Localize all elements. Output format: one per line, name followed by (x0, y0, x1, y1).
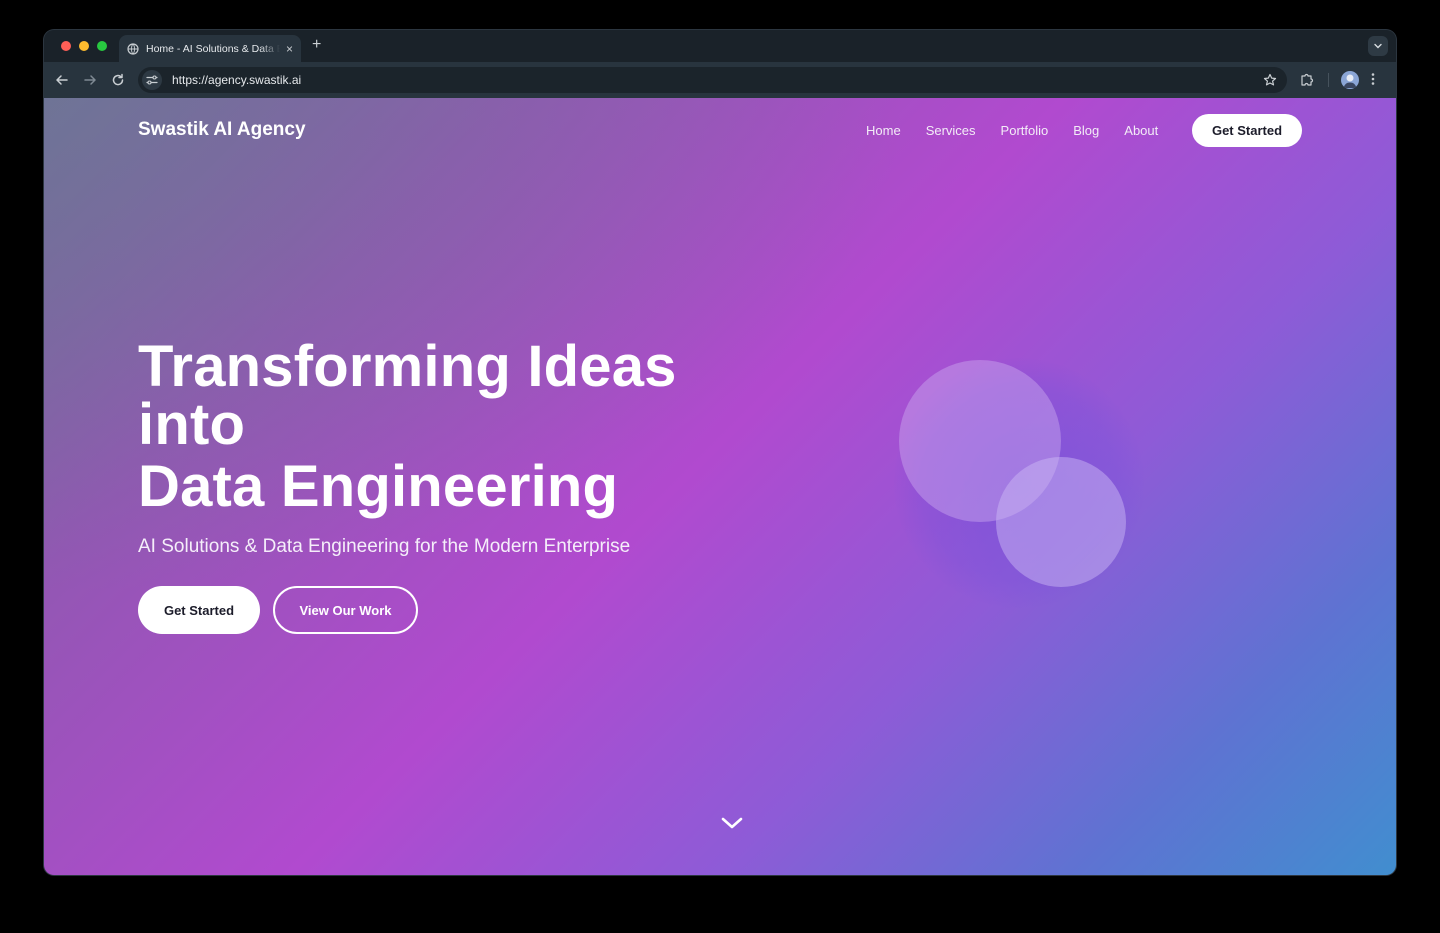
page-viewport: Swastik AI Agency Home Services Portfoli… (44, 98, 1396, 875)
nav-link-about[interactable]: About (1124, 123, 1158, 138)
extensions-button[interactable] (1300, 72, 1315, 92)
close-window-button[interactable] (61, 41, 71, 51)
back-button[interactable] (54, 72, 70, 88)
hero-title-line-1: Transforming Ideas (138, 334, 677, 399)
star-icon (1263, 73, 1277, 86)
site-info-button[interactable] (142, 70, 162, 90)
site-logo[interactable]: Swastik AI Agency (138, 119, 306, 141)
nav-link-portfolio[interactable]: Portfolio (1001, 123, 1049, 138)
tab-search-button[interactable] (1368, 36, 1388, 56)
chevron-down-icon (1374, 43, 1382, 49)
forward-button[interactable] (82, 72, 98, 88)
nav-get-started-button[interactable]: Get Started (1192, 114, 1302, 147)
puzzle-icon (1301, 73, 1314, 86)
scroll-down-button[interactable] (720, 814, 744, 832)
get-started-button[interactable]: Get Started (138, 586, 260, 634)
main-nav: Home Services Portfolio Blog About (866, 123, 1158, 138)
decorative-circle-small (996, 457, 1126, 587)
reload-icon (112, 73, 124, 86)
hero-subtitle: AI Solutions & Data Engineering for the … (138, 536, 631, 557)
hero-title-line-3: Data Engineering (138, 454, 619, 519)
browser-menu-button[interactable] (1371, 72, 1375, 91)
address-bar[interactable]: https://agency.swastik.ai (138, 67, 1287, 93)
toolbar-divider (1328, 73, 1329, 87)
browser-toolbar: https://agency.swastik.ai (44, 62, 1396, 98)
new-tab-button[interactable]: + (312, 36, 321, 54)
tune-icon (146, 75, 158, 85)
hero-title: Transforming Ideas into Data Engineering (138, 338, 677, 516)
bookmark-button[interactable] (1263, 73, 1277, 92)
view-our-work-button[interactable]: View Our Work (273, 586, 418, 634)
url-text: https://agency.swastik.ai (172, 73, 302, 87)
nav-link-services[interactable]: Services (926, 123, 976, 138)
chevron-down-icon (721, 817, 743, 829)
kebab-icon (1371, 73, 1375, 85)
browser-window: Home - AI Solutions & Data Engineering ×… (44, 30, 1396, 875)
tab-strip: Home - AI Solutions & Data Engineering ×… (44, 30, 1396, 62)
maximize-window-button[interactable] (97, 41, 107, 51)
hero-title-line-2: into (138, 392, 246, 457)
tab-close-icon[interactable]: × (286, 42, 293, 56)
tab-title: Home - AI Solutions & Data Engineering (146, 42, 280, 55)
globe-icon (127, 42, 139, 55)
nav-link-home[interactable]: Home (866, 123, 901, 138)
nav-link-blog[interactable]: Blog (1073, 123, 1099, 138)
minimize-window-button[interactable] (79, 41, 89, 51)
avatar-icon (1343, 74, 1357, 88)
browser-tab[interactable]: Home - AI Solutions & Data Engineering × (119, 35, 301, 62)
reload-button[interactable] (110, 72, 126, 88)
profile-avatar[interactable] (1341, 71, 1359, 89)
arrow-left-icon (56, 75, 68, 85)
window-controls (61, 41, 107, 51)
arrow-right-icon (84, 75, 96, 85)
